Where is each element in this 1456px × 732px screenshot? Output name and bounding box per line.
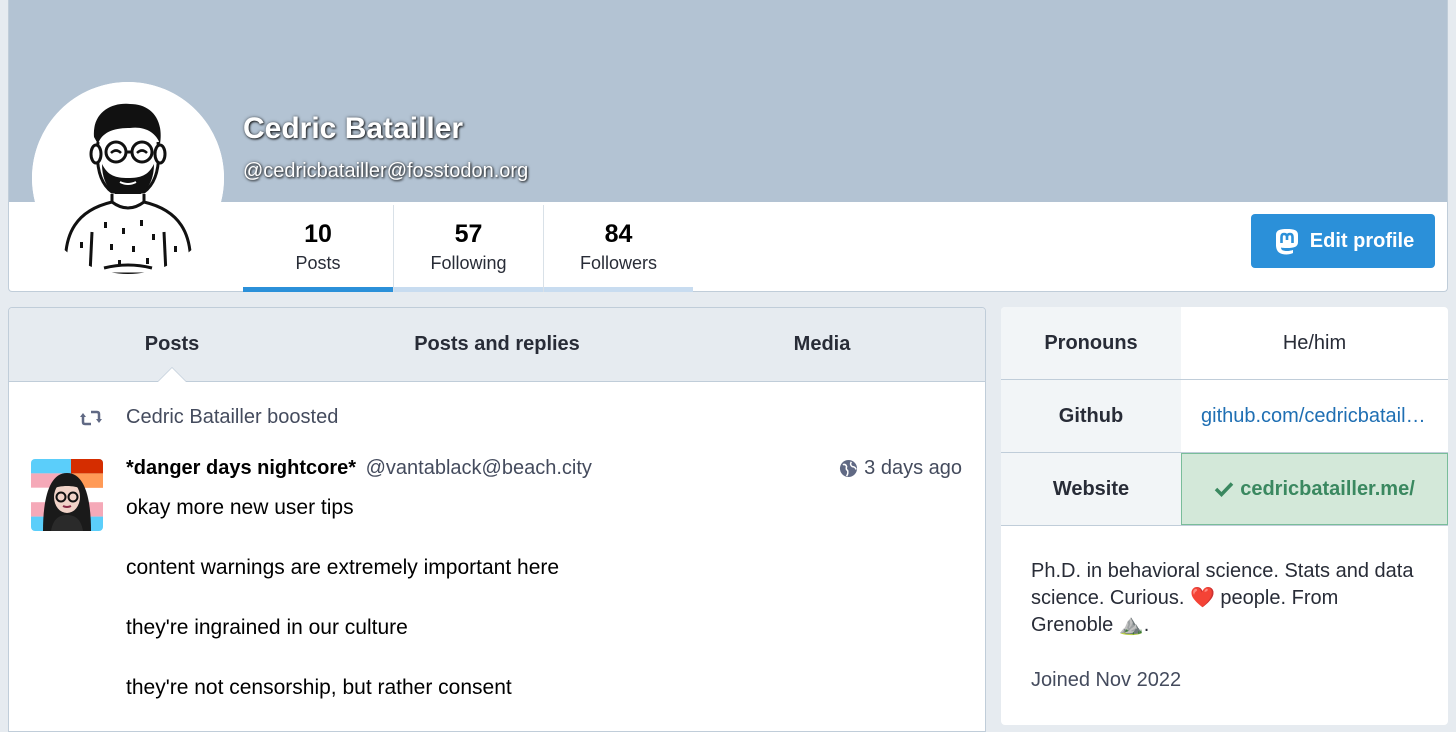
author-avatar-icon	[31, 459, 103, 531]
edit-profile-label: Edit profile	[1309, 229, 1415, 252]
github-link[interactable]: github.com/cedricbataill…	[1181, 380, 1448, 452]
status-author-acct[interactable]: @vantablack@beach.city	[366, 457, 592, 479]
status-time-text: 3 days ago	[864, 457, 962, 479]
field-pronouns: Pronouns He/him	[1001, 307, 1448, 380]
website-link[interactable]: cedricbatailler.me/	[1181, 453, 1448, 525]
check-icon	[1214, 482, 1234, 498]
status-content: okay more new user tips content warnings…	[126, 494, 946, 731]
profile-handle: @cedricbatailler@fosstodon.org	[243, 160, 529, 182]
status-author-avatar[interactable]	[31, 459, 103, 531]
status-paragraph: they're ingrained in our culture	[126, 616, 408, 639]
counter-active-bar	[243, 287, 393, 292]
counter-bar	[394, 287, 543, 292]
field-name: Pronouns	[1001, 307, 1181, 379]
globe-icon	[840, 459, 858, 478]
counter-following-label: Following	[430, 253, 507, 273]
bio-text: .	[1143, 614, 1150, 636]
counter-followers-label: Followers	[579, 253, 658, 273]
field-website: Website cedricbatailler.me/	[1001, 453, 1448, 526]
field-value: He/him	[1282, 331, 1347, 354]
mastodon-logo-icon	[1275, 229, 1298, 255]
status-author-name[interactable]: *danger days nightcore*	[126, 457, 356, 479]
counter-following-value: 57	[454, 220, 483, 248]
boost-prepend: Cedric Batailler boosted	[9, 404, 985, 432]
profile-avatar[interactable]	[32, 82, 224, 274]
heart-emoji-icon: ❤️	[1189, 587, 1215, 609]
counter-followers[interactable]: 84 Followers	[543, 205, 693, 292]
profile-bio: Ph.D. in behavioral science. Stats and d…	[1001, 526, 1448, 639]
field-name: Github	[1001, 380, 1181, 452]
counter-posts-value: 10	[304, 220, 332, 248]
status-timestamp[interactable]: 3 days ago	[839, 457, 962, 480]
status-paragraph: they're not censorship, but rather conse…	[126, 676, 512, 699]
boost-text[interactable]: Cedric Batailler boosted	[126, 406, 338, 429]
profile-counters: 10 Posts 57 Following 84 Followers	[243, 205, 693, 292]
mountain-emoji-icon: ⛰️	[1118, 614, 1144, 636]
counter-followers-value: 84	[604, 220, 633, 248]
status-header[interactable]: *danger days nightcore* @vantablack@beac…	[126, 457, 592, 480]
joined-date: Joined Nov 2022	[1031, 669, 1182, 691]
counter-bar	[544, 287, 693, 292]
account-about-panel: Pronouns He/him Github github.com/cedric…	[1001, 307, 1448, 725]
counter-posts-label: Posts	[295, 253, 341, 273]
active-tab-indicator	[157, 367, 187, 382]
profile-banner	[9, 0, 1447, 202]
counter-posts[interactable]: 10 Posts	[243, 205, 393, 292]
field-name: Website	[1001, 453, 1181, 525]
account-timeline: Posts Posts and replies Media Cedric Bat…	[8, 307, 986, 732]
counter-following[interactable]: 57 Following	[393, 205, 543, 292]
website-link-text: cedricbatailler.me/	[1240, 477, 1415, 500]
edit-profile-button[interactable]: Edit profile	[1251, 214, 1435, 268]
status-paragraph: okay more new user tips	[126, 496, 354, 519]
profile-header: Cedric Batailler @cedricbatailler@fossto…	[8, 0, 1448, 292]
tab-posts-and-replies[interactable]: Posts and replies	[335, 308, 659, 381]
github-link-text: github.com/cedricbataill…	[1201, 404, 1428, 427]
boost-icon	[80, 410, 102, 426]
status-paragraph: content warnings are extremely important…	[126, 556, 560, 579]
timeline-tabs: Posts Posts and replies Media	[9, 308, 985, 382]
tab-media[interactable]: Media	[659, 308, 985, 381]
field-github: Github github.com/cedricbataill…	[1001, 380, 1448, 453]
profile-display-name: Cedric Batailler	[243, 112, 464, 145]
cartoon-avatar-icon	[32, 82, 224, 274]
